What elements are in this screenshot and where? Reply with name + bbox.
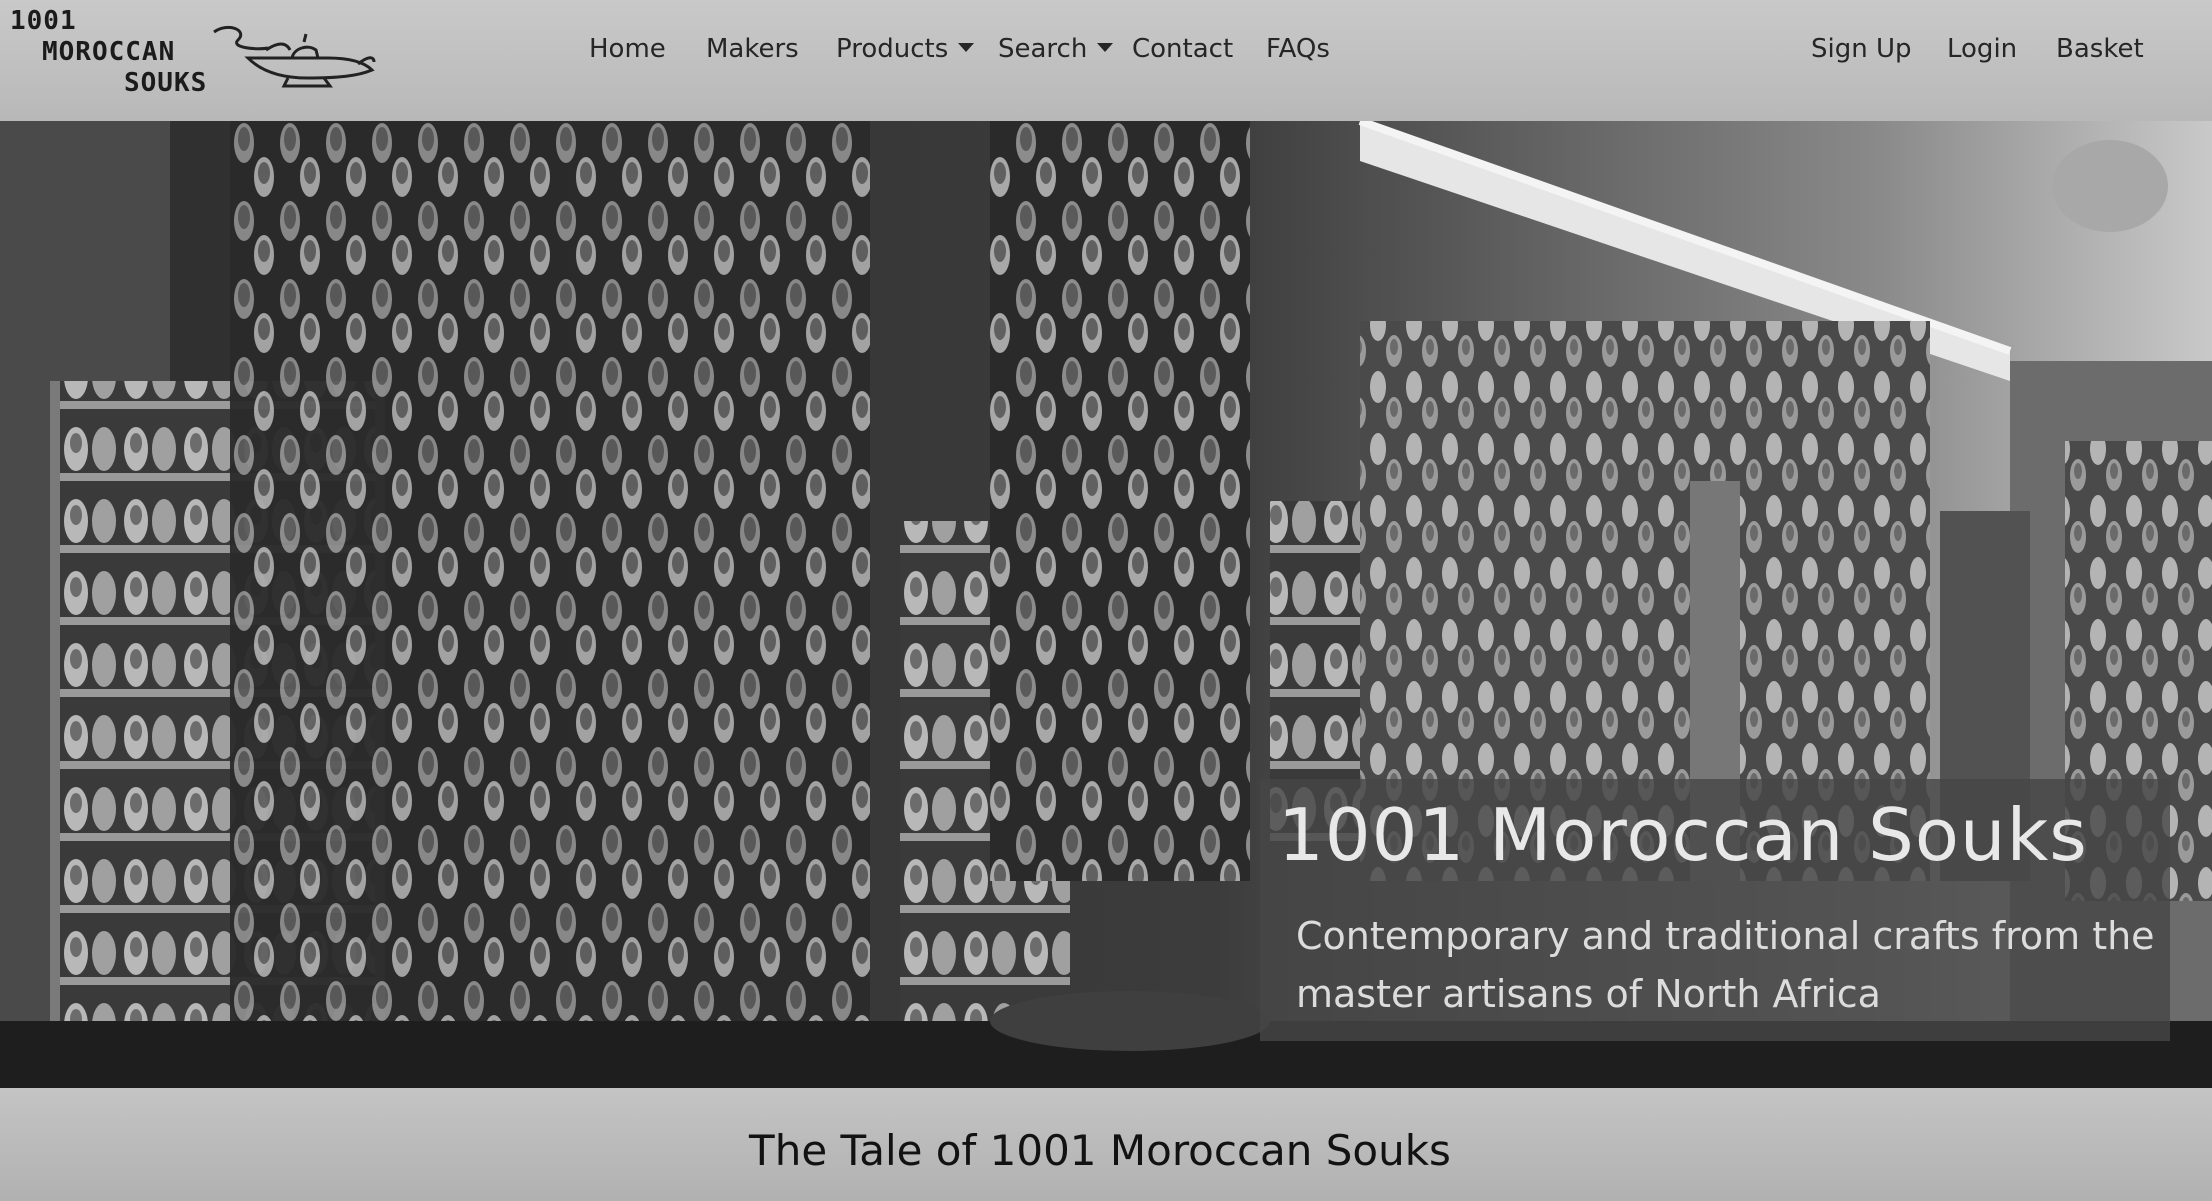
hero-caption: 1001 Moroccan Souks Contemporary and tra… <box>1260 779 2170 1041</box>
hero-title: 1001 Moroccan Souks <box>1278 793 2088 877</box>
tale-section: The Tale of 1001 Moroccan Souks <box>0 1088 2212 1201</box>
section-heading: The Tale of 1001 Moroccan Souks <box>749 1126 1451 1175</box>
nav-signup[interactable]: Sign Up <box>1811 34 1912 64</box>
nav-search-dropdown[interactable]: Search <box>998 34 1114 64</box>
site-logo[interactable]: 1001 MOROCCAN SOUKS <box>8 6 376 106</box>
nav-products-dropdown[interactable]: Products <box>836 34 975 64</box>
nav-home[interactable]: Home <box>589 34 666 64</box>
nav-products-label: Products <box>836 34 949 64</box>
oil-lamp-icon <box>213 26 376 88</box>
chevron-down-icon <box>1097 43 1114 52</box>
nav-login[interactable]: Login <box>1947 34 2017 64</box>
navbar: 1001 MOROCCAN SOUKS Home Makers Products… <box>0 0 2212 122</box>
nav-makers[interactable]: Makers <box>706 34 799 64</box>
nav-faqs[interactable]: FAQs <box>1266 34 1330 64</box>
hero-banner: 1001 Moroccan Souks Contemporary and tra… <box>0 121 2212 1088</box>
hero-subtitle: Contemporary and traditional crafts from… <box>1296 914 2155 1016</box>
nav-search-label: Search <box>998 34 1088 64</box>
nav-basket[interactable]: Basket <box>2056 34 2144 64</box>
chevron-down-icon <box>958 43 975 52</box>
nav-contact[interactable]: Contact <box>1132 34 1233 64</box>
logo-wordmark: 1001 MOROCCAN SOUKS <box>10 6 208 98</box>
